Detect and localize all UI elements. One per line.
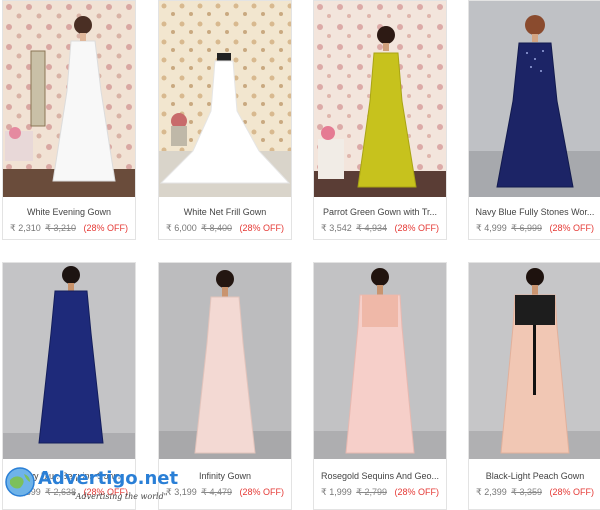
- product-price: ₹ 6,000: [165, 223, 197, 233]
- product-card[interactable]: Rosegold Sequins And Geo... ₹ 1,999 ₹ 2,…: [313, 262, 447, 510]
- product-card[interactable]: White Evening Gown ₹ 2,310 ₹ 3,210 (28% …: [2, 0, 136, 240]
- discount-label: (28% OFF): [83, 223, 129, 233]
- product-price: ₹ 3,542: [320, 223, 352, 233]
- product-name[interactable]: Black-Light Peach Gown: [471, 471, 599, 481]
- product-prices: ₹ 2,399 ₹ 3,359 (28% OFF): [469, 487, 600, 498]
- globe-icon: [5, 467, 35, 497]
- product-prices: ₹ 6,000 ₹ 8,400 (28% OFF): [159, 223, 291, 234]
- product-name[interactable]: Parrot Green Gown with Tr...: [316, 207, 444, 217]
- product-image[interactable]: [469, 263, 600, 459]
- product-image[interactable]: [314, 1, 446, 197]
- product-name[interactable]: White Net Frill Gown: [161, 207, 289, 217]
- product-mrp: ₹ 6,999: [511, 223, 542, 233]
- product-image[interactable]: [3, 263, 135, 459]
- product-mrp: ₹ 3,210: [45, 223, 76, 233]
- product-name[interactable]: White Evening Gown: [5, 207, 133, 217]
- product-card[interactable]: Parrot Green Gown with Tr... ₹ 3,542 ₹ 4…: [313, 0, 447, 240]
- product-image[interactable]: [159, 263, 291, 459]
- product-prices: ₹ 4,999 ₹ 6,999 (28% OFF): [469, 223, 600, 234]
- product-price: ₹ 1,999: [320, 487, 352, 497]
- product-card[interactable]: Navy Blue Fully Stones Wor... ₹ 4,999 ₹ …: [468, 0, 600, 240]
- product-mrp: ₹ 3,359: [511, 487, 542, 497]
- discount-label: (28% OFF): [239, 487, 285, 497]
- product-image[interactable]: [469, 1, 600, 197]
- product-mrp: ₹ 2,799: [356, 487, 387, 497]
- product-mrp: ₹ 4,479: [201, 487, 232, 497]
- product-price: ₹ 4,999: [475, 223, 507, 233]
- product-price: ₹ 2,310: [9, 223, 41, 233]
- watermark-tagline: "Advertising the world": [72, 492, 168, 501]
- watermark-brand: Advertigo.net: [38, 468, 179, 489]
- product-image[interactable]: [159, 1, 291, 197]
- product-card[interactable]: White Net Frill Gown ₹ 6,000 ₹ 8,400 (28…: [158, 0, 292, 240]
- product-mrp: ₹ 8,400: [201, 223, 232, 233]
- discount-label: (28% OFF): [394, 487, 440, 497]
- discount-label: (28% OFF): [549, 223, 595, 233]
- product-image[interactable]: [314, 263, 446, 459]
- product-mrp: ₹ 4,934: [356, 223, 387, 233]
- advertigo-watermark: Advertigo.net "Advertising the world": [2, 462, 182, 508]
- product-image[interactable]: [3, 1, 135, 197]
- product-price: ₹ 2,399: [475, 487, 507, 497]
- discount-label: (28% OFF): [394, 223, 440, 233]
- discount-label: (28% OFF): [549, 487, 595, 497]
- product-name[interactable]: Rosegold Sequins And Geo...: [316, 471, 444, 481]
- product-prices: ₹ 2,310 ₹ 3,210 (28% OFF): [3, 223, 135, 234]
- product-prices: ₹ 1,999 ₹ 2,799 (28% OFF): [314, 487, 446, 498]
- discount-label: (28% OFF): [239, 223, 285, 233]
- product-card[interactable]: Black-Light Peach Gown ₹ 2,399 ₹ 3,359 (…: [468, 262, 600, 510]
- product-prices: ₹ 3,542 ₹ 4,934 (28% OFF): [314, 223, 446, 234]
- product-name[interactable]: Navy Blue Fully Stones Wor...: [471, 207, 599, 217]
